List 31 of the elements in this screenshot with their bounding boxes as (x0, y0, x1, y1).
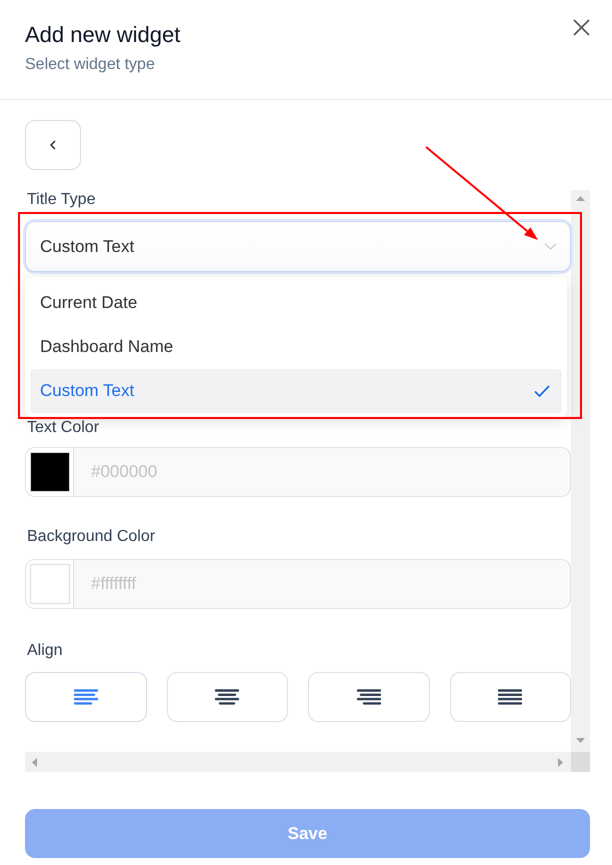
chevron-left-icon (50, 140, 56, 150)
scroll-down-icon (576, 738, 585, 743)
field-label: Title Type (26, 190, 96, 210)
align-justify-icon (498, 689, 522, 705)
field-label: Text Color (26, 418, 100, 438)
scroll-left-icon (32, 758, 37, 766)
vertical-scrollbar[interactable] (571, 190, 590, 752)
align-right-icon (356, 689, 381, 705)
dropdown-option[interactable]: Dashboard Name (30, 325, 562, 369)
color-hex-input[interactable]: #ffffffff (73, 559, 571, 609)
align-button[interactable] (166, 672, 288, 722)
field-label: Background Color (26, 527, 156, 547)
align-button[interactable] (308, 672, 430, 722)
title-type-select[interactable]: Custom Text (25, 221, 571, 272)
align-left-icon (74, 689, 98, 705)
dropdown-option[interactable]: Custom Text (30, 369, 562, 413)
close-button[interactable] (573, 19, 590, 36)
dropdown-option[interactable]: Current Date (30, 281, 562, 325)
color-hex-input[interactable]: #000000 (73, 447, 571, 497)
scroll-up-icon (576, 196, 585, 201)
dialog-title: Add new widget (25, 21, 180, 49)
align-button[interactable] (450, 672, 571, 722)
scroll-right-icon (558, 758, 563, 766)
check-icon (534, 385, 550, 397)
scrollbar-corner (571, 752, 590, 772)
dialog-subtitle: Select widget type (25, 55, 155, 75)
close-icon (573, 19, 590, 36)
field-label: Align (26, 641, 63, 661)
align-center-icon (215, 689, 240, 705)
horizontal-scrollbar[interactable] (25, 752, 571, 772)
chevron-down-icon (544, 243, 557, 250)
